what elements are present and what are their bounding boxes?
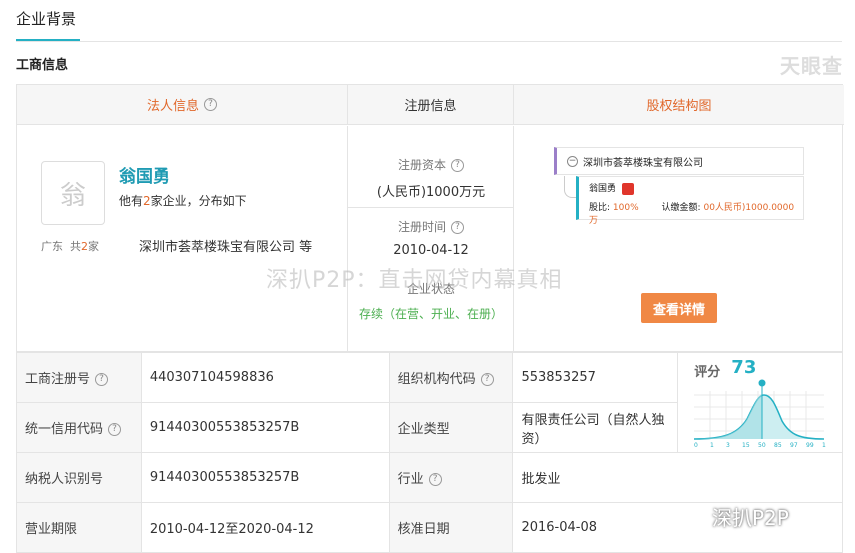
section-title: 工商信息 <box>16 58 69 73</box>
score-cell: 评分 73 0131550859799100 <box>677 352 843 453</box>
capital-block: 注册资本? (人民币)1000万元 <box>348 156 514 200</box>
score-tick-label: 3 <box>726 442 730 449</box>
taxpayer-label: 纳税人识别号 <box>16 452 142 503</box>
region-total-prefix: 共 <box>70 240 81 253</box>
subscribed-label: 认缴金额: <box>661 202 701 213</box>
score-tick-label: 15 <box>742 442 750 449</box>
industry-value: 批发业 <box>512 452 843 503</box>
help-icon[interactable]: ? <box>95 373 109 386</box>
credit-code-value: 91440300553853257B <box>140 402 390 453</box>
person-badge-icon <box>622 182 635 195</box>
reg-date-value: 2010-04-12 <box>393 243 469 258</box>
help-icon[interactable]: ? <box>204 98 217 111</box>
table-cell-label: 行业? <box>388 452 514 503</box>
company-type-value: 有限责任公司（自然人独资） <box>512 402 679 453</box>
tab-enterprise-background[interactable]: 企业背景 <box>16 8 80 41</box>
credit-code-label: 统一信用代码 <box>25 422 104 437</box>
legal-header: 法人信息 ? <box>17 85 348 125</box>
score-value: 73 <box>731 357 757 378</box>
desc-suffix: 家企业，分布如下 <box>150 194 247 208</box>
help-icon[interactable]: ? <box>108 423 122 436</box>
region-total-suffix: 家 <box>88 240 99 253</box>
capital-label: 注册资本 <box>397 158 446 172</box>
registration-header: 注册信息 <box>348 85 514 125</box>
region-name: 广东 <box>41 240 63 253</box>
score-tick-label: 99 <box>806 442 814 449</box>
score-marker-icon <box>758 379 766 387</box>
region-summary: 广东 共2家 <box>41 238 99 254</box>
table-row: 纳税人识别号 91440300553853257B 行业? 批发业 <box>16 452 843 503</box>
overview-panel: 法人信息 ? 注册信息 股权结构图 翁 翁国勇 他有2家企业，分布如下 广东 共… <box>16 84 844 352</box>
table-cell-label: 统一信用代码? <box>16 402 142 453</box>
watermark-text: 深扒P2P：直击网贷内幕真相 <box>266 268 563 293</box>
table-cell-label: 工商注册号? <box>16 352 142 403</box>
reg-no-value: 440307104598836 <box>140 352 390 403</box>
approval-value: 2016-04-08 <box>512 502 843 553</box>
score-fill-area <box>694 394 763 439</box>
help-icon[interactable]: ? <box>480 373 494 386</box>
registration-header-label: 注册信息 <box>404 99 457 114</box>
wechat-watermark: 深扒P2P <box>712 506 789 530</box>
root-company-name: 深圳市荟萃楼珠宝有限公司 <box>583 157 703 169</box>
equity-header: 股权结构图 <box>514 85 844 125</box>
score-distribution-chart: 0 1 3 15 50 85 97 99 100 <box>694 379 826 449</box>
avatar: 翁 <box>41 161 105 225</box>
holder-name: 翁国勇 <box>589 184 617 194</box>
taxpayer-value: 91440300553853257B <box>140 452 390 503</box>
legal-person-section: 翁 翁国勇 他有2家企业，分布如下 广东 共2家 深圳市荟萃楼珠宝有限公司 等 <box>17 126 348 352</box>
table-row: 工商注册号? 440307104598836 组织机构代码? 553853257… <box>16 352 843 453</box>
equity-section: − 深圳市荟萃楼珠宝有限公司 翁国勇 股比: 100% 认缴金额: 00人民币)… <box>514 126 844 352</box>
ratio-label: 股比: <box>589 202 611 213</box>
score-tick-label: 97 <box>790 442 798 449</box>
approval-label: 核准日期 <box>388 502 514 553</box>
score-tick-label: 0 <box>694 442 698 449</box>
help-icon[interactable]: ? <box>451 159 464 172</box>
legal-person-name[interactable]: 翁国勇 <box>119 162 170 187</box>
reg-no-label: 工商注册号 <box>25 372 91 387</box>
equity-root-node[interactable]: − 深圳市荟萃楼珠宝有限公司 <box>554 147 804 175</box>
help-icon[interactable]: ? <box>428 473 442 486</box>
score-tick-label: 85 <box>774 442 782 449</box>
ratio-value: 100% <box>612 202 639 213</box>
desc-prefix: 他有 <box>119 194 144 208</box>
legal-person-desc: 他有2家企业，分布如下 <box>119 192 247 209</box>
desc-count: 2 <box>143 194 151 208</box>
score-tick-label: 1 <box>710 442 714 449</box>
score-ticks: 0 1 3 15 50 85 97 99 100 <box>694 442 826 449</box>
tianyancha-logo: 天眼查 <box>780 54 843 78</box>
industry-label: 行业 <box>397 472 424 487</box>
view-details-button[interactable]: 查看详情 <box>641 293 717 323</box>
help-icon[interactable]: ? <box>451 221 464 234</box>
term-label: 营业期限 <box>16 502 142 553</box>
company-type-label: 企业类型 <box>388 402 514 453</box>
reg-date-block: 注册时间? 2010-04-12 <box>348 218 514 258</box>
reg-date-label: 注册时间 <box>397 220 446 234</box>
equity-header-label: 股权结构图 <box>646 99 712 114</box>
term-value: 2010-04-12至2020-04-12 <box>140 502 390 553</box>
related-company-link[interactable]: 深圳市荟萃楼珠宝有限公司 等 <box>139 236 312 255</box>
divider <box>348 207 514 208</box>
table-cell-label: 组织机构代码? <box>388 352 514 403</box>
score-tick-label: 50 <box>758 442 766 449</box>
region-total-count: 2 <box>81 240 88 253</box>
collapse-icon[interactable]: − <box>567 155 578 167</box>
score-tick-label: 100 <box>822 442 826 449</box>
tab-bar: 企业背景 <box>16 0 842 42</box>
status-value: 存续（在营、开业、在册） <box>358 307 503 321</box>
legal-header-label: 法人信息 <box>146 99 199 114</box>
org-code-label: 组织机构代码 <box>397 372 476 387</box>
equity-holder-node[interactable]: 翁国勇 股比: 100% 认缴金额: 00人民币)1000.0000万 <box>576 176 804 226</box>
registration-section: 注册资本? (人民币)1000万元 注册时间? 2010-04-12 企业状态 … <box>348 126 514 352</box>
org-code-value: 553853257 <box>512 352 679 403</box>
capital-value: (人民币)1000万元 <box>376 185 486 200</box>
